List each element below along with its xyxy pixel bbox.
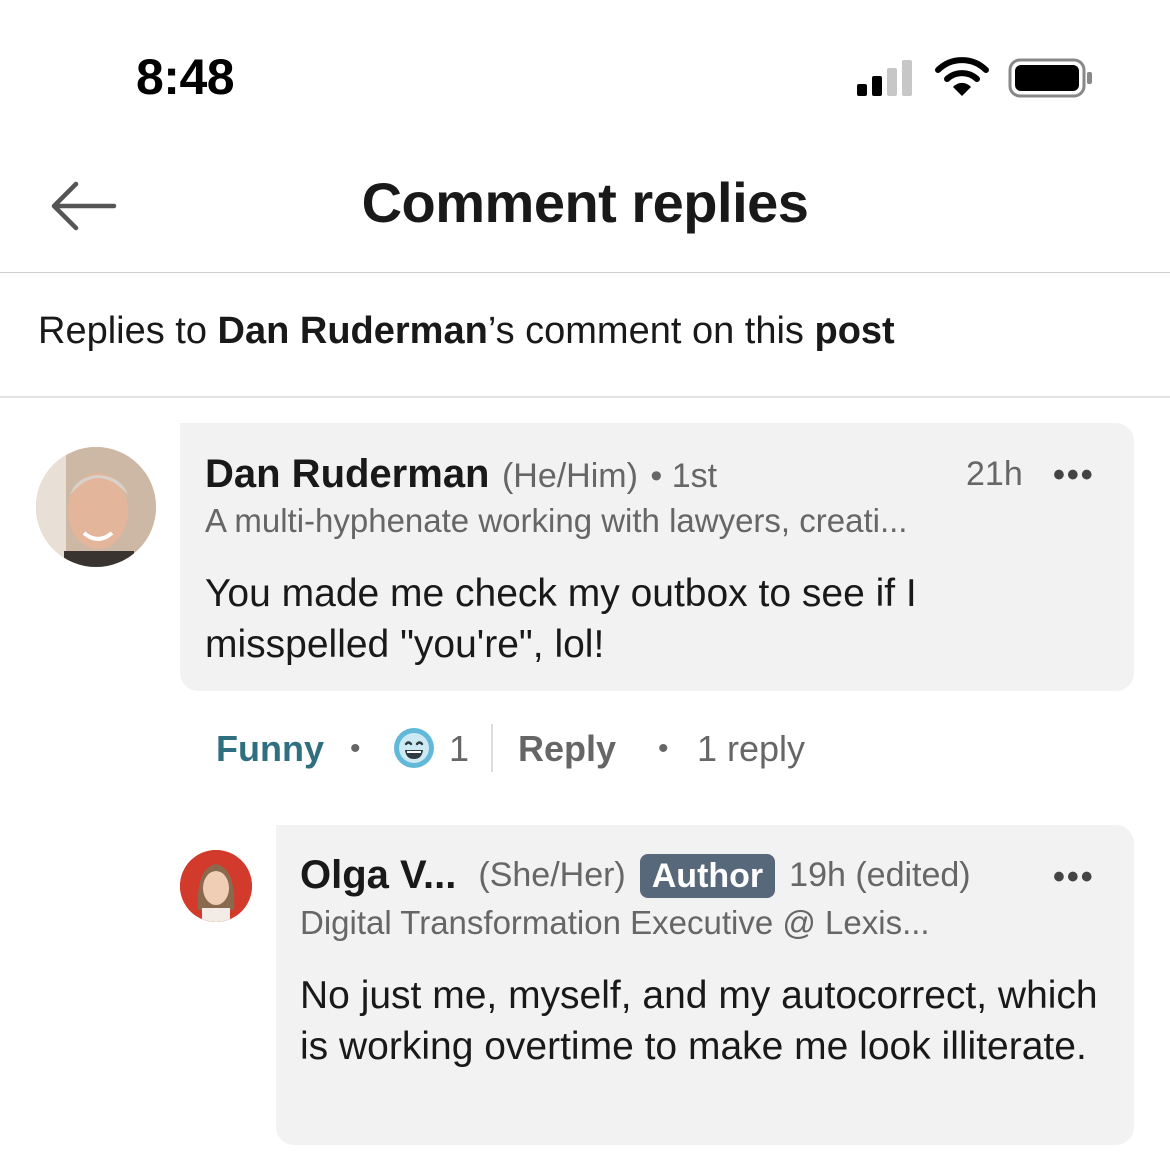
- funny-reaction-button[interactable]: Funny: [216, 728, 324, 770]
- context-divider: [0, 396, 1170, 398]
- replies-context: Replies to Dan Ruderman’s comment on thi…: [38, 310, 895, 353]
- page-title: Comment replies: [361, 171, 809, 234]
- separator-dot: •: [350, 732, 361, 765]
- battery-icon: [1008, 58, 1092, 98]
- status-time: 8:48: [136, 49, 235, 105]
- avatar-dan-ruderman[interactable]: [36, 447, 156, 567]
- connection-degree: • 1st: [650, 457, 718, 495]
- reaction-count[interactable]: 1: [449, 728, 469, 770]
- context-author-link[interactable]: Dan Ruderman: [218, 310, 488, 352]
- reply-author-name[interactable]: Olga V...: [300, 853, 456, 898]
- author-badge: Author: [639, 853, 776, 898]
- comment-text: You made me check my outbox to see if I …: [205, 572, 917, 666]
- reply-count[interactable]: 1 reply: [697, 728, 805, 770]
- funny-reaction-icon[interactable]: [392, 726, 436, 770]
- comment-author-line: Dan Ruderman (He/Him) • 1st: [205, 452, 717, 497]
- reply-text: No just me, myself, and my autocorrect, …: [300, 974, 1098, 1068]
- avatar-olga-v[interactable]: [180, 850, 252, 922]
- more-options-icon[interactable]: •••: [1053, 456, 1095, 495]
- comment-author-name[interactable]: Dan Ruderman: [205, 452, 490, 496]
- reply-author-pronouns: (She/Her): [478, 856, 626, 894]
- reply-author-line: Olga V... (She/Her) Author 19h (edited): [300, 853, 971, 898]
- more-options-icon[interactable]: •••: [1053, 858, 1095, 897]
- context-prefix: Replies to: [38, 310, 218, 352]
- context-middle: ’s comment on this: [487, 310, 815, 352]
- reply-button[interactable]: Reply: [518, 728, 616, 770]
- signal-icon: [857, 60, 912, 96]
- header-divider: [0, 272, 1170, 273]
- reply-author-headline: Digital Transformation Executive @ Lexis…: [300, 904, 930, 941]
- context-post-link[interactable]: post: [814, 310, 894, 352]
- wifi-icon: [935, 57, 989, 96]
- comment-author-pronouns: (He/Him): [501, 457, 638, 495]
- reply-timestamp: 19h (edited): [789, 856, 971, 894]
- separator-dot: •: [658, 732, 669, 765]
- comment-author-headline: A multi-hyphenate working with lawyers, …: [205, 502, 908, 539]
- comment-timestamp: 21h: [966, 455, 1023, 493]
- action-divider: [491, 724, 493, 772]
